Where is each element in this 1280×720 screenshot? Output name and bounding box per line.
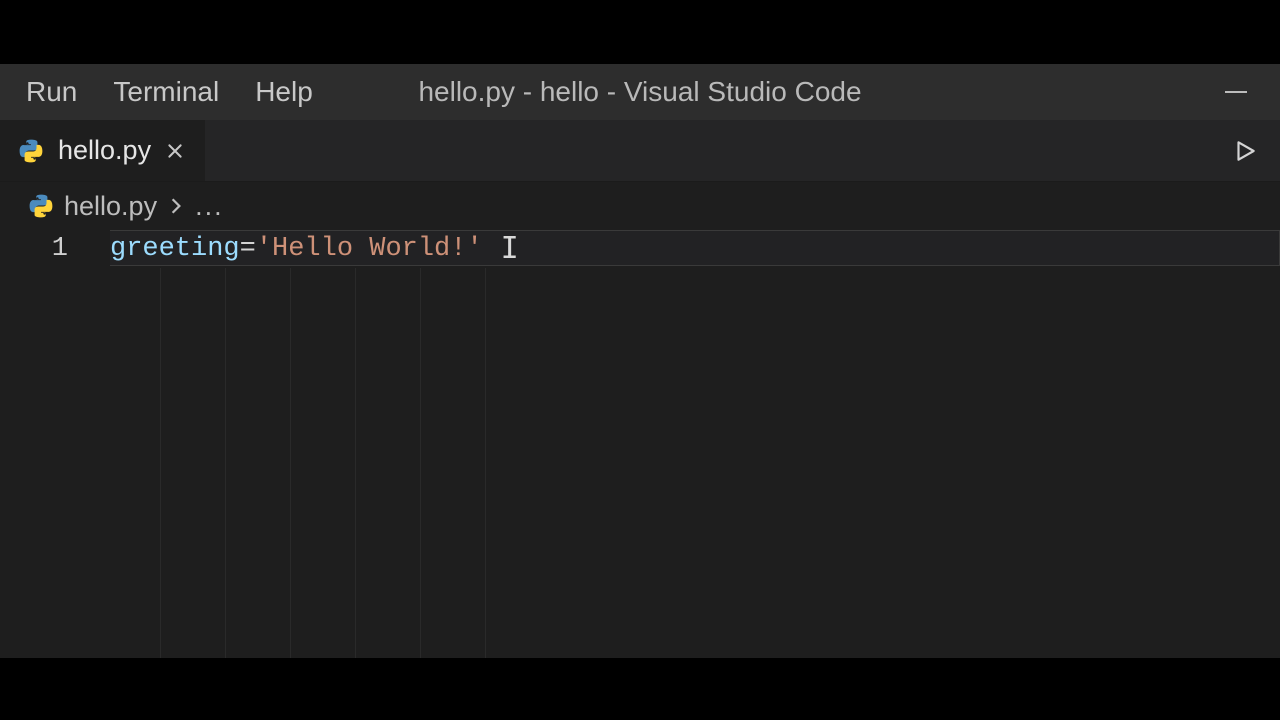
python-file-icon [18, 138, 44, 164]
minimize-button[interactable] [1222, 78, 1250, 106]
breadcrumbs[interactable]: hello.py ... [0, 182, 1280, 230]
token-operator: = [240, 234, 256, 264]
window-controls [1222, 78, 1280, 106]
tab-bar-actions [1230, 120, 1280, 181]
breadcrumb-symbol[interactable]: ... [195, 191, 224, 222]
close-icon [166, 142, 184, 160]
minimize-icon [1225, 91, 1247, 93]
vscode-window: Run Terminal Help hello.py - hello - Vis… [0, 64, 1280, 658]
tab-bar: hello.py [0, 120, 1280, 182]
text-cursor-icon: I [501, 234, 519, 264]
line-number: 1 [0, 234, 110, 264]
menu-terminal[interactable]: Terminal [105, 72, 227, 112]
token-string: 'Hello World!' [256, 234, 483, 264]
python-file-icon [28, 193, 54, 219]
tab-label: hello.py [58, 135, 151, 166]
menu-help[interactable]: Help [247, 72, 321, 112]
play-icon [1232, 138, 1258, 164]
run-file-button[interactable] [1230, 136, 1260, 166]
menu-bar: Run Terminal Help [0, 64, 321, 120]
tab-close-button[interactable] [165, 141, 185, 161]
token-variable: greeting [110, 234, 240, 264]
breadcrumb-file[interactable]: hello.py [64, 191, 157, 222]
menu-run[interactable]: Run [18, 72, 85, 112]
code-line-1: 1 greeting = 'Hello World!' I [0, 230, 1280, 268]
tab-hello-py[interactable]: hello.py [0, 120, 206, 181]
chevron-right-icon [167, 191, 185, 222]
editor-area[interactable]: 1 greeting = 'Hello World!' I [0, 230, 1280, 658]
titlebar: Run Terminal Help hello.py - hello - Vis… [0, 64, 1280, 120]
